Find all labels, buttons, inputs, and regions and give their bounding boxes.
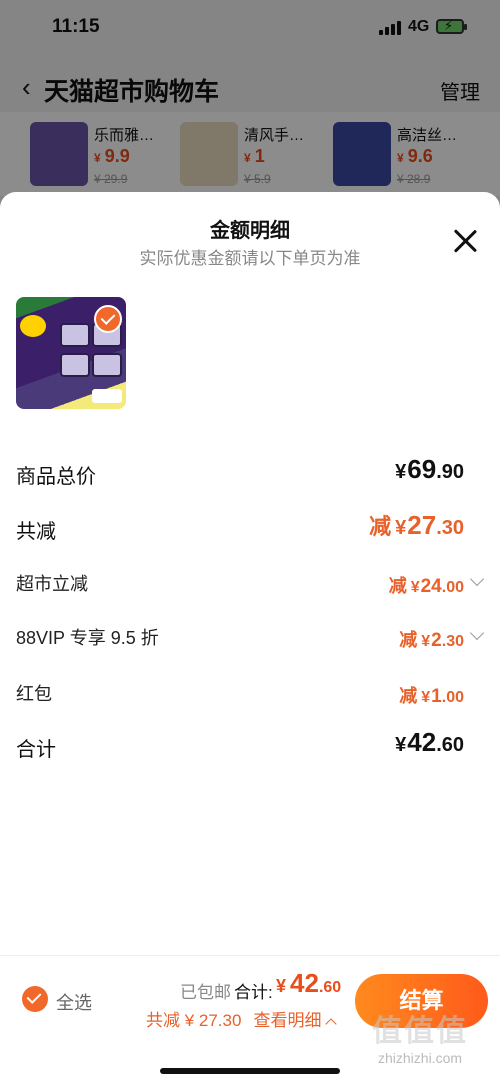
row-goods-total: 商品总价 ¥69.90	[16, 454, 484, 494]
row-value: ¥69.90	[395, 454, 464, 484]
watermark: 值值值 zhizhizhi.com	[372, 1015, 468, 1066]
row-label: 超市立减	[16, 574, 88, 594]
checkout-bar: 全选 已包邮 合计: ¥42.60 共减 ¥ 27.30 查看明细 结算 值值值 z…	[0, 955, 500, 1082]
promo-tag-icon	[20, 315, 46, 337]
row-label: 红包	[16, 684, 52, 704]
discount-summary[interactable]: 共减 ¥ 27.30 查看明细	[146, 1006, 338, 1031]
row-value: 减 ¥2.30	[399, 630, 464, 651]
sheet-title: 金额明细	[210, 220, 290, 242]
select-all-checkbox[interactable]	[22, 986, 48, 1012]
chevron-down-icon[interactable]	[469, 571, 485, 587]
home-indicator	[160, 1068, 340, 1074]
pack-image	[60, 353, 90, 377]
row-red-packet: 红包 减 ¥1.00	[16, 674, 484, 714]
select-all-label[interactable]: 全选	[56, 989, 92, 1015]
row-value: 减 ¥27.30	[369, 510, 464, 540]
chevron-up-icon	[325, 1018, 338, 1030]
view-detail-link[interactable]: 查看明细	[253, 1011, 321, 1030]
row-label: 合计	[16, 739, 56, 761]
free-shipping-label: 已包邮	[180, 983, 231, 1002]
selected-check-icon[interactable]	[94, 305, 122, 333]
row-value: 减 ¥24.00	[388, 576, 464, 597]
row-value: ¥42.60	[395, 727, 464, 757]
chevron-down-icon[interactable]	[469, 625, 485, 641]
pack-image	[92, 353, 122, 377]
dim-overlay[interactable]	[0, 0, 500, 200]
row-supermarket-discount[interactable]: 超市立减 减 ¥24.00	[16, 564, 485, 604]
row-grand-total: 合计 ¥42.60	[16, 727, 484, 767]
price-tag-image	[92, 389, 122, 403]
close-icon[interactable]	[452, 228, 478, 254]
pack-image	[60, 323, 90, 347]
sheet-subtitle: 实际优惠金额请以下单页为准	[139, 249, 361, 268]
row-value: 减 ¥1.00	[399, 686, 464, 707]
row-label: 共减	[16, 521, 56, 543]
row-88vip-discount[interactable]: 88VIP 专享 9.5 折 减 ¥2.30	[16, 618, 485, 658]
row-label: 商品总价	[16, 466, 96, 488]
row-total-discount: 共减 减 ¥27.30	[16, 509, 484, 549]
row-label: 88VIP 专享 9.5 折	[16, 628, 159, 648]
amount-detail-sheet: 金额明细 实际优惠金额请以下单页为准 商品总价 ¥69.90 共减 减 ¥27.3…	[0, 192, 500, 1082]
total-price: ¥42.60	[276, 968, 342, 998]
total-label: 合计:	[234, 983, 273, 1002]
